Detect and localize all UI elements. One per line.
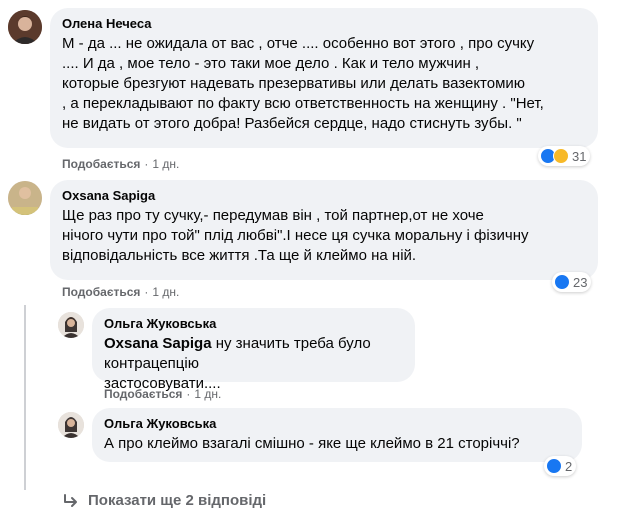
reply-text: Oxsana Sapiga ну значить треба було конт… [104,334,403,394]
comment-author[interactable]: Oxsana Sapiga [62,188,586,204]
comment-author[interactable]: Олена Нечеса [62,16,586,32]
separator: · [186,387,191,401]
like-button[interactable]: Подобається [62,285,140,299]
avatar[interactable] [8,181,42,215]
like-icon [546,458,562,474]
avatar[interactable] [58,412,84,438]
haha-icon [553,148,569,164]
reply-thread-line [24,305,26,490]
reaction-count: 2 [565,458,573,474]
avatar-image [8,181,42,215]
timestamp[interactable]: 1 дн. [194,387,221,401]
show-more-replies-button[interactable]: Показати ще 2 відповіді [62,492,266,509]
reply-bubble: Ольга Жуковська Oxsana Sapiga ну значить… [92,308,415,392]
comment-meta: Подобається · 1 дн. [62,156,179,172]
avatar[interactable] [58,312,84,338]
comment-text: Ще раз про ту сучку,- передумав він , то… [62,207,529,264]
separator: · [144,285,149,299]
reply-arrow-icon [64,493,77,507]
like-icon [554,274,570,290]
mention-link[interactable]: Oxsana Sapiga [104,335,212,352]
avatar-image [8,10,42,44]
reaction-count: 23 [573,274,588,290]
timestamp[interactable]: 1 дн. [152,157,179,171]
reaction-summary[interactable]: 2 [544,456,577,476]
reply-bubble: Ольга Жуковська А про клеймо взагалі смі… [92,408,582,462]
reply-meta: Подобається · 1 дн. [104,386,221,402]
reaction-count: 31 [572,148,587,164]
show-more-label: Показати ще 2 відповіді [88,492,267,509]
reply-author[interactable]: Ольга Жуковська [104,416,570,432]
avatar-image [58,412,84,438]
separator: · [144,157,149,171]
reaction-summary[interactable]: 31 [538,146,591,166]
like-button[interactable]: Подобається [62,157,140,171]
avatar-image [58,312,84,338]
timestamp[interactable]: 1 дн. [152,285,179,299]
reply-author[interactable]: Ольга Жуковська [104,316,403,332]
comment-text: М - да ... не ожидала от вас , отче ....… [62,35,544,132]
like-button[interactable]: Подобається [104,387,182,401]
comment-bubble: Олена Нечеса М - да ... не ожидала от ва… [50,8,598,148]
comment-meta: Подобається · 1 дн. [62,284,179,300]
avatar[interactable] [8,10,42,44]
comment-bubble: Oxsana Sapiga Ще раз про ту сучку,- пере… [50,180,598,280]
reply-text: А про клеймо взагалі смішно - яке ще кле… [104,435,520,452]
reaction-summary[interactable]: 23 [552,272,592,292]
